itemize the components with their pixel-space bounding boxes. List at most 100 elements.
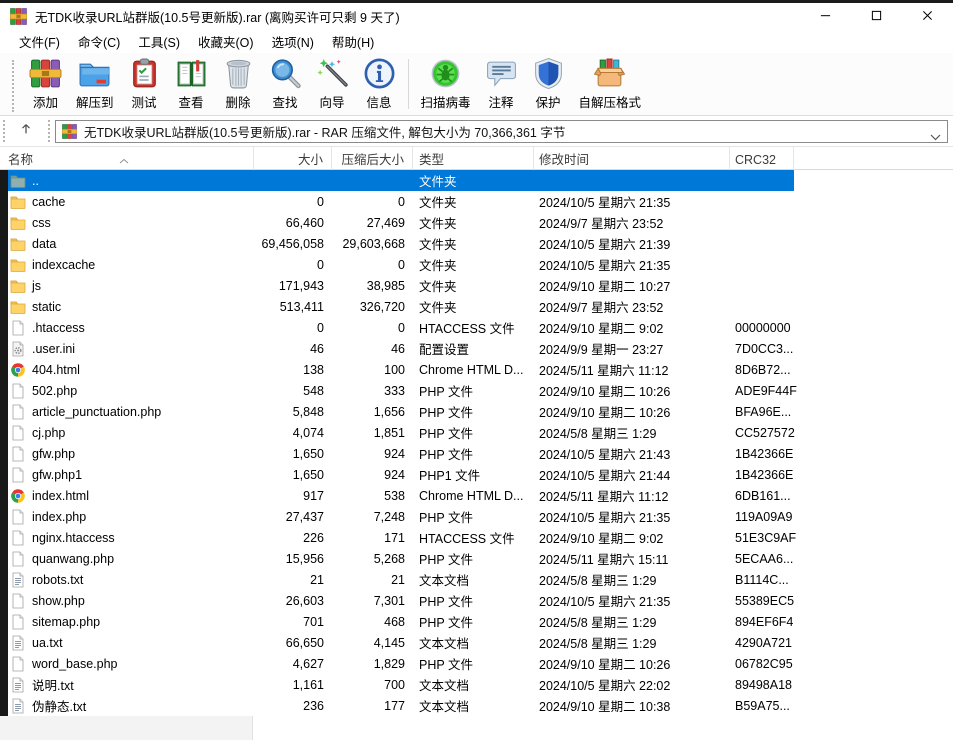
file-icon	[10, 320, 26, 336]
table-row[interactable]: 说明.txt1,161700文本文档2024/10/5 星期六 22:02894…	[8, 674, 794, 695]
column-header-crc32[interactable]: CRC32	[730, 147, 794, 171]
table-row[interactable]: ua.txt66,6504,145文本文档2024/5/8 星期三 1:2942…	[8, 632, 794, 653]
toolbar-button-label: 查看	[179, 92, 204, 111]
menu-item[interactable]: 选项(N)	[263, 30, 323, 53]
table-row[interactable]: nginx.htaccess226171HTACCESS 文件2024/9/10…	[8, 527, 794, 548]
toolbar-button[interactable]: 查看	[168, 56, 215, 112]
file-size-cell: 0	[254, 321, 332, 335]
up-one-level-button[interactable]	[10, 120, 42, 143]
file-name-cell: 502.php	[8, 380, 254, 401]
table-row[interactable]: .user.ini4646配置设置2024/9/9 星期一 23:277D0CC…	[8, 338, 794, 359]
file-name: indexcache	[32, 258, 95, 272]
file-type-cell: PHP 文件	[413, 654, 534, 673]
toolbar-button[interactable]: 添加	[22, 56, 69, 112]
file-name-cell: cj.php	[8, 422, 254, 443]
file-icon	[10, 509, 26, 525]
table-row[interactable]: sitemap.php701468PHP 文件2024/5/8 星期三 1:29…	[8, 611, 794, 632]
file-name-cell: static	[8, 296, 254, 317]
toolbar-button[interactable]: 扫描病毒	[414, 56, 478, 112]
file-icon	[10, 425, 26, 441]
table-row[interactable]: show.php26,6037,301PHP 文件2024/10/5 星期六 2…	[8, 590, 794, 611]
file-size-cell: 4,074	[254, 426, 332, 440]
file-name: css	[32, 216, 51, 230]
toolbar-button[interactable]: 查找	[262, 56, 309, 112]
file-name: show.php	[32, 594, 85, 608]
table-row[interactable]: word_base.php4,6271,829PHP 文件2024/9/10 星…	[8, 653, 794, 674]
file-name-cell: show.php	[8, 590, 254, 611]
window-title: 无TDK收录URL站群版(10.5号更新版).rar (离购买许可只剩 9 天了…	[35, 7, 400, 26]
table-row[interactable]: .htaccess00HTACCESS 文件2024/9/10 星期二 9:02…	[8, 317, 794, 338]
menu-item[interactable]: 文件(F)	[10, 30, 69, 53]
toolbar-button-label: 扫描病毒	[421, 92, 471, 111]
file-name: ..	[32, 174, 39, 188]
file-crc32-cell: 119A09A9	[730, 510, 794, 524]
toolbar-button[interactable]: 解压到	[69, 56, 121, 112]
table-row[interactable]: gfw.php11,650924PHP1 文件2024/10/5 星期六 21:…	[8, 464, 794, 485]
file-type-cell: PHP 文件	[413, 402, 534, 421]
table-row[interactable]: article_punctuation.php5,8481,656PHP 文件2…	[8, 401, 794, 422]
toolbar-button[interactable]: 注释	[478, 56, 525, 112]
file-name: index.html	[32, 489, 89, 503]
file-modified-cell: 2024/5/8 星期三 1:29	[534, 633, 730, 652]
toolbar-button[interactable]: 自解压格式	[572, 56, 649, 112]
address-grip-2[interactable]	[48, 120, 51, 142]
winrar-archive-icon	[62, 124, 77, 139]
toolbar-button-label: 解压到	[76, 92, 114, 111]
minimize-button[interactable]	[800, 3, 851, 30]
file-name-cell: article_punctuation.php	[8, 401, 254, 422]
table-row[interactable]: css66,46027,469文件夹2024/9/7 星期六 23:52	[8, 212, 794, 233]
title-bar[interactable]: 无TDK收录URL站群版(10.5号更新版).rar (离购买许可只剩 9 天了…	[0, 3, 953, 30]
menu-item[interactable]: 命令(C)	[69, 30, 129, 53]
table-row[interactable]: data69,456,05829,603,668文件夹2024/10/5 星期六…	[8, 233, 794, 254]
address-grip[interactable]	[3, 120, 6, 142]
close-button[interactable]	[902, 3, 953, 30]
file-icon	[10, 656, 26, 672]
table-row[interactable]: 502.php548333PHP 文件2024/9/10 星期二 10:26AD…	[8, 380, 794, 401]
toolbar-button-label: 注释	[489, 92, 514, 111]
toolbar-button-label: 查找	[273, 92, 298, 111]
maximize-button[interactable]	[851, 3, 902, 30]
file-modified-cell: 2024/9/10 星期二 9:02	[534, 528, 730, 547]
toolbar-button[interactable]: 测试	[121, 56, 168, 112]
folder-icon	[10, 299, 26, 315]
table-row[interactable]: index.php27,4377,248PHP 文件2024/10/5 星期六 …	[8, 506, 794, 527]
toolbar-button[interactable]: 信息	[356, 56, 403, 112]
chevron-down-icon[interactable]	[930, 128, 941, 135]
archive-path-combobox[interactable]: 无TDK收录URL站群版(10.5号更新版).rar - RAR 压缩文件, 解…	[55, 120, 948, 143]
file-packed-size-cell: 177	[332, 699, 413, 713]
file-size-cell: 1,161	[254, 678, 332, 692]
column-header-empty	[794, 147, 953, 171]
table-row[interactable]: robots.txt2121文本文档2024/5/8 星期三 1:29B1114…	[8, 569, 794, 590]
file-crc32-cell: CC527572	[730, 426, 794, 440]
menu-item[interactable]: 帮助(H)	[323, 30, 383, 53]
table-row[interactable]: js171,94338,985文件夹2024/9/10 星期二 10:27	[8, 275, 794, 296]
table-row[interactable]: 404.html138100Chrome HTML D...2024/5/11 …	[8, 359, 794, 380]
toolbar-button[interactable]: 向导	[309, 56, 356, 112]
table-row[interactable]: indexcache00文件夹2024/10/5 星期六 21:35	[8, 254, 794, 275]
table-row[interactable]: index.html917538Chrome HTML D...2024/5/1…	[8, 485, 794, 506]
table-row[interactable]: gfw.php1,650924PHP 文件2024/10/5 星期六 21:43…	[8, 443, 794, 464]
column-header-size[interactable]: 大小	[254, 147, 332, 171]
file-packed-size-cell: 1,829	[332, 657, 413, 671]
file-size-cell: 5,848	[254, 405, 332, 419]
file-crc32-cell: 1B42366E	[730, 447, 794, 461]
menu-item[interactable]: 收藏夹(O)	[189, 30, 263, 53]
column-header-type[interactable]: 类型	[413, 147, 534, 171]
file-modified-cell: 2024/10/5 星期六 21:39	[534, 234, 730, 253]
table-row[interactable]: static513,411326,720文件夹2024/9/7 星期六 23:5…	[8, 296, 794, 317]
toolbar-grip[interactable]	[12, 60, 16, 112]
toolbar-button[interactable]: 保护	[525, 56, 572, 112]
table-row[interactable]: ..文件夹	[8, 170, 794, 191]
table-row[interactable]: 伪静态.txt236177文本文档2024/9/10 星期二 10:38B59A…	[8, 695, 794, 716]
table-row[interactable]: cache00文件夹2024/10/5 星期六 21:35	[8, 191, 794, 212]
menu-item[interactable]: 工具(S)	[129, 30, 189, 53]
column-header-name[interactable]: 名称	[0, 147, 254, 171]
toolbar-button[interactable]: 删除	[215, 56, 262, 112]
file-name: static	[32, 300, 61, 314]
column-header-packed[interactable]: 压缩后大小	[332, 147, 413, 171]
table-row[interactable]: quanwang.php15,9565,268PHP 文件2024/5/11 星…	[8, 548, 794, 569]
table-row[interactable]: cj.php4,0741,851PHP 文件2024/5/8 星期三 1:29C…	[8, 422, 794, 443]
column-header-modified[interactable]: 修改时间	[534, 147, 730, 171]
file-name: ua.txt	[32, 636, 63, 650]
file-name: js	[32, 279, 41, 293]
